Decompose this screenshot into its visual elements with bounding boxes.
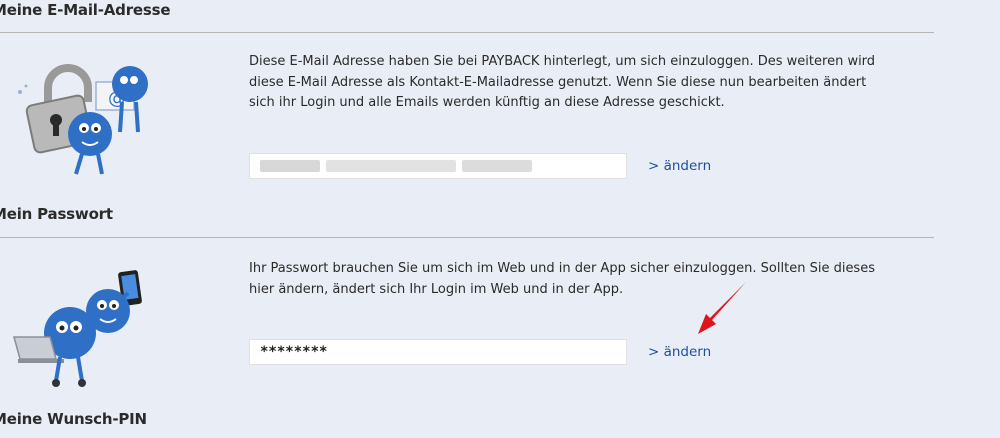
email-section-title: Meine E-Mail-Adresse [0, 1, 171, 19]
email-field[interactable] [249, 153, 627, 179]
divider [0, 237, 934, 238]
blurred-text [326, 160, 456, 172]
mascots-laptop-phone-icon [13, 270, 142, 387]
edit-password-link[interactable]: > ändern [648, 344, 711, 360]
blurred-text [462, 160, 532, 172]
password-section-title: Mein Passwort [0, 205, 113, 223]
pin-section-title: Meine Wunsch-PIN [0, 410, 147, 428]
email-description: Diese E-Mail Adresse haben Sie bei PAYBA… [249, 54, 876, 110]
red-arrow-icon [698, 282, 746, 334]
blurred-text [260, 160, 320, 172]
divider [0, 32, 934, 33]
password-field[interactable]: ******** [249, 339, 627, 365]
padlock-mascot-email-icon: @ [18, 64, 148, 175]
edit-email-link[interactable]: > ändern [648, 158, 711, 174]
password-description: Ihr Passwort brauchen Sie um sich im Web… [249, 261, 875, 297]
